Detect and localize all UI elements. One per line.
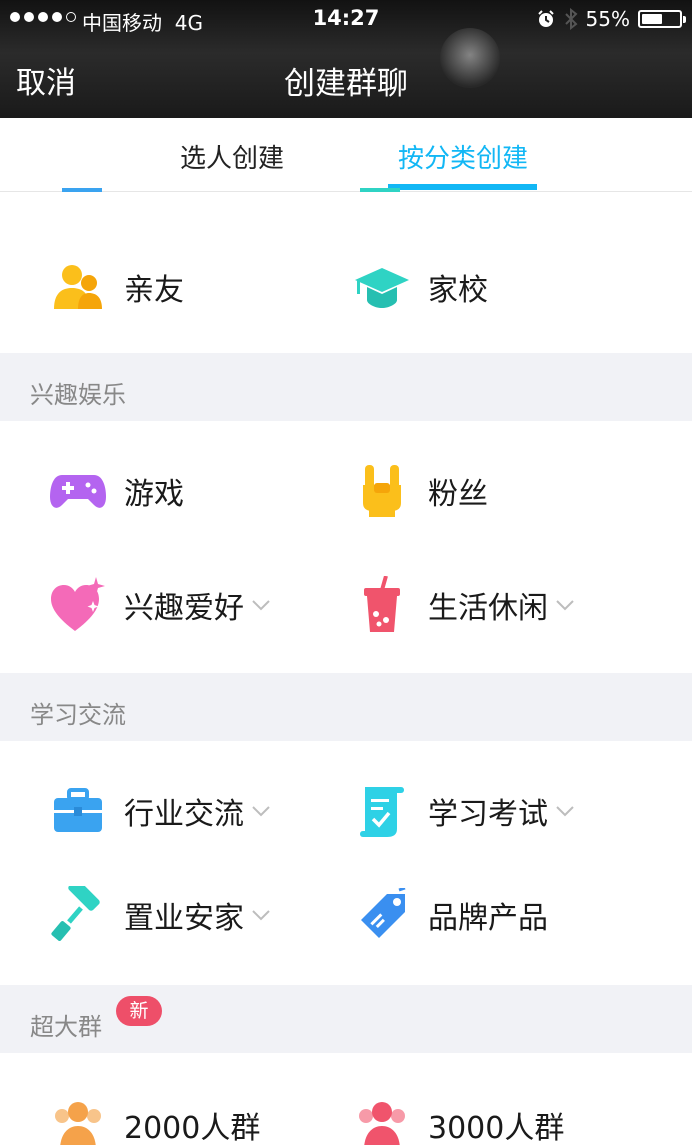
new-badge: 新 [116, 996, 162, 1026]
category-label: 品牌产品 [428, 901, 548, 936]
section-header-entertainment: 兴趣娱乐 [0, 353, 692, 421]
category-industry[interactable]: 行业交流 [48, 776, 272, 846]
category-label: 生活休闲 [428, 591, 548, 626]
category-3000-group[interactable]: 3000人群 [352, 1090, 564, 1145]
category-label: 粉丝 [428, 477, 488, 512]
bluetooth-icon [564, 8, 578, 30]
exam-scroll-icon [352, 781, 412, 841]
people-icon [48, 257, 108, 317]
battery-icon [638, 10, 686, 28]
tab-active-indicator [388, 184, 537, 190]
category-real-estate[interactable]: 置业安家 [48, 880, 272, 950]
status-right: 55% [536, 7, 686, 31]
category-label: 置业安家 [124, 901, 244, 936]
category-label: 行业交流 [124, 797, 244, 832]
heart-sparkle-icon [48, 575, 108, 635]
tab-select-people[interactable]: 选人创建 [180, 138, 284, 175]
category-2000-group[interactable]: 2000人群 [48, 1090, 260, 1145]
section-title: 兴趣娱乐 [30, 381, 126, 409]
tab-bar: 选人创建 按分类创建 [0, 118, 692, 192]
category-hobbies[interactable]: 兴趣爱好 [48, 570, 272, 640]
chevron-down-icon [556, 600, 574, 611]
peek-mark-right [360, 188, 400, 192]
peek-mark-left [62, 188, 102, 192]
chevron-down-icon [252, 910, 270, 921]
section-title: 超大群 [30, 1013, 102, 1041]
section-title: 学习交流 [30, 701, 126, 729]
graduation-cap-icon [352, 257, 412, 317]
category-label: 学习考试 [428, 797, 548, 832]
alarm-icon [537, 10, 554, 27]
price-tag-icon [352, 885, 412, 945]
paint-roller-icon [48, 885, 108, 945]
people-group-icon [48, 1095, 108, 1145]
category-label: 亲友 [124, 273, 184, 308]
category-school[interactable]: 家校 [352, 252, 488, 322]
category-label: 游戏 [124, 477, 184, 512]
rock-hand-icon [352, 461, 412, 521]
people-group-icon [352, 1095, 412, 1145]
category-games[interactable]: 游戏 [48, 456, 184, 526]
drink-cup-icon [352, 575, 412, 635]
category-exams[interactable]: 学习考试 [352, 776, 576, 846]
header: 中国移动 4G 14:27 55% 取消 创建群聊 [0, 0, 692, 118]
tab-by-category[interactable]: 按分类创建 [398, 138, 528, 175]
chevron-down-icon [556, 806, 574, 817]
chevron-down-icon [252, 600, 270, 611]
section-header-learning: 学习交流 [0, 673, 692, 741]
battery-percent: 55% [585, 7, 630, 31]
briefcase-icon [48, 781, 108, 841]
page-title: 创建群聊 [284, 66, 408, 102]
category-label: 兴趣爱好 [124, 591, 244, 626]
category-fans[interactable]: 粉丝 [352, 456, 488, 526]
category-label: 2000人群 [124, 1111, 261, 1145]
chevron-down-icon [252, 806, 270, 817]
section-header-large-groups: 超大群 新 [0, 985, 692, 1053]
category-lifestyle[interactable]: 生活休闲 [352, 570, 576, 640]
status-bar: 中国移动 4G 14:27 55% [0, 0, 692, 38]
gamepad-icon [48, 461, 108, 521]
category-brands[interactable]: 品牌产品 [352, 880, 548, 950]
category-relatives[interactable]: 亲友 [48, 252, 184, 322]
category-label: 家校 [428, 273, 488, 308]
category-label: 3000人群 [428, 1111, 565, 1145]
